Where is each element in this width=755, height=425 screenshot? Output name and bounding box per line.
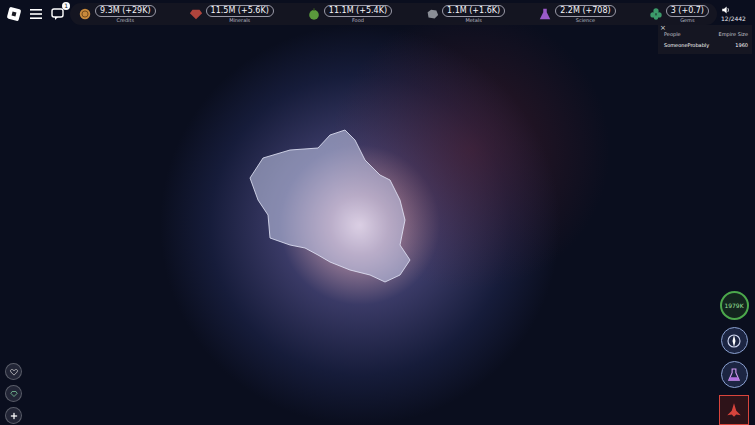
- flask-icon: [538, 7, 552, 21]
- game-screen: 1 9.3M (+29K) Credits 11.5M (+5.6K) Mine…: [0, 0, 755, 425]
- ore-icon: [425, 7, 439, 21]
- ship-icon: [725, 401, 743, 419]
- resource-label: Minerals: [229, 17, 250, 23]
- plus-button[interactable]: [5, 407, 22, 424]
- leaderboard-header: People Empire Size: [664, 31, 748, 38]
- gem-button[interactable]: [5, 385, 22, 402]
- plus-icon: [9, 411, 19, 421]
- ship-button[interactable]: [719, 395, 749, 425]
- empire-territory[interactable]: [250, 130, 410, 282]
- chat-badge: 1: [62, 2, 70, 10]
- resource-value: 9.3M (+29K): [95, 5, 156, 17]
- right-buttons: 1979K: [719, 291, 749, 425]
- resource-item: 11.1M (+5.4K) Food: [307, 5, 392, 23]
- resource-item: 9.3M (+29K) Credits: [78, 5, 156, 23]
- galaxy-map[interactable]: [0, 0, 755, 425]
- resource-value: 11.5M (+5.6K): [206, 5, 274, 17]
- top-bar: 1 9.3M (+29K) Credits 11.5M (+5.6K) Mine…: [0, 0, 755, 26]
- resource-label: Metals: [465, 17, 481, 23]
- resource-label: Gems: [680, 17, 694, 23]
- resource-item: 1.1M (+1.6K) Metals: [425, 5, 505, 23]
- population-value: 1979K: [724, 302, 743, 309]
- roblox-logo-icon[interactable]: [6, 6, 22, 22]
- left-buttons: [5, 363, 22, 424]
- resource-label: Science: [576, 17, 595, 23]
- resource-value: 3 (+0.7): [666, 5, 709, 17]
- resource-item: 2.2M (+708) Science: [538, 5, 615, 23]
- heart-button[interactable]: [5, 363, 22, 380]
- resource-label: Credits: [116, 17, 134, 23]
- flask-button[interactable]: [721, 361, 748, 388]
- compass-icon: [725, 332, 743, 350]
- menu-icon[interactable]: [28, 6, 44, 22]
- sound-icon[interactable]: [721, 5, 731, 15]
- flask-icon: [725, 366, 743, 384]
- resource-value: 1.1M (+1.6K): [442, 5, 505, 17]
- resource-value: 11.1M (+5.4K): [324, 5, 392, 17]
- gem-icon: [9, 389, 19, 399]
- column-header: Empire Size: [719, 31, 748, 38]
- leaderboard-row[interactable]: SomeoneProbably 1960: [664, 42, 748, 49]
- heart-icon: [9, 367, 19, 377]
- server-counter: 12/2442: [721, 15, 746, 23]
- gem-icon: [189, 7, 203, 21]
- close-button[interactable]: ×: [660, 24, 666, 32]
- resource-item: 3 (+0.7) Gems: [649, 5, 709, 23]
- chat-button[interactable]: 1: [50, 6, 66, 22]
- food-icon: [307, 7, 321, 21]
- clover-icon: [649, 7, 663, 21]
- player-name: SomeoneProbably: [664, 42, 709, 49]
- coin-icon: [78, 7, 92, 21]
- resource-bar: 9.3M (+29K) Credits 11.5M (+5.6K) Minera…: [70, 3, 717, 25]
- resource-label: Food: [352, 17, 364, 23]
- resource-item: 11.5M (+5.6K) Minerals: [189, 5, 274, 23]
- compass-button[interactable]: [721, 327, 748, 354]
- column-header: People: [664, 31, 681, 38]
- resource-value: 2.2M (+708): [555, 5, 615, 17]
- population-button[interactable]: 1979K: [720, 291, 749, 320]
- empire-size: 1960: [735, 42, 748, 49]
- leaderboard: × People Empire Size SomeoneProbably 1960: [658, 25, 752, 54]
